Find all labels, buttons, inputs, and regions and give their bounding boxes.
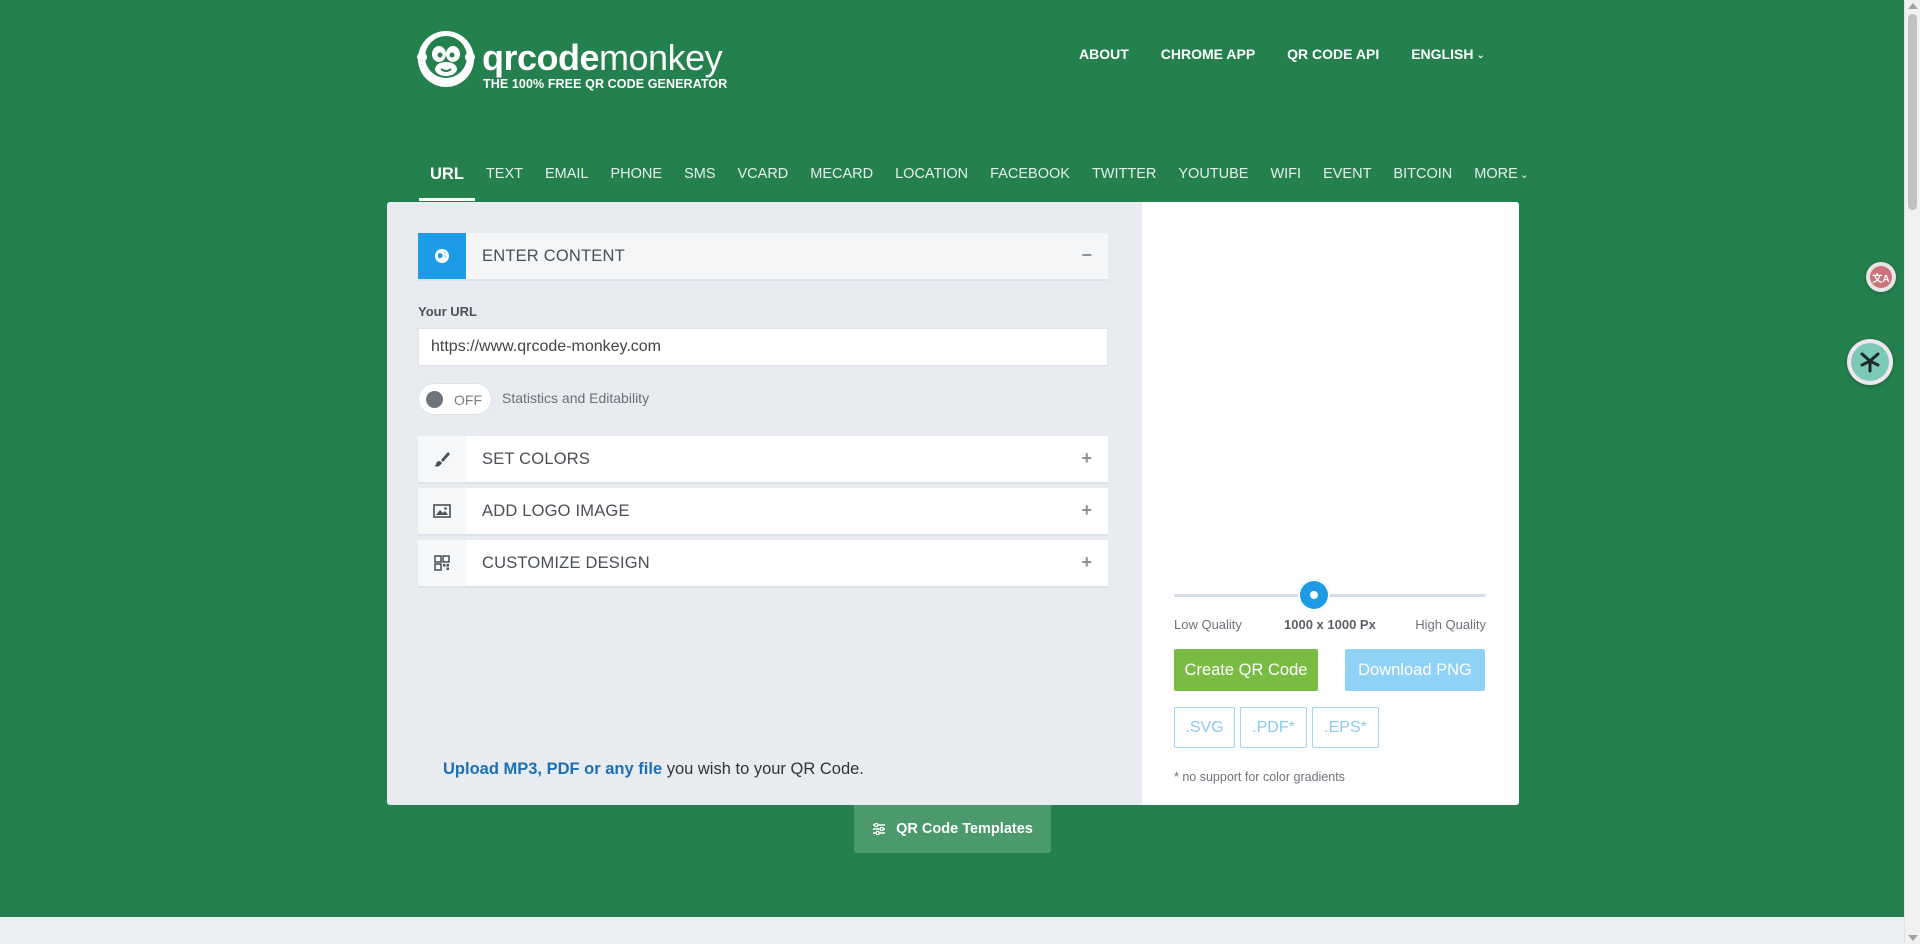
qr-output-panel: Low Quality 1000 x 1000 Px High Quality … bbox=[1142, 202, 1519, 805]
qr-code-icon bbox=[418, 540, 466, 586]
expand-plus-icon[interactable]: + bbox=[1081, 448, 1092, 469]
collapse-minus-icon[interactable]: − bbox=[1081, 245, 1092, 266]
enter-content-panel[interactable]: ENTER CONTENT − bbox=[418, 233, 1108, 281]
tab-more[interactable]: MORE ⌄ bbox=[1463, 163, 1540, 201]
tab-vcard[interactable]: VCARD bbox=[727, 163, 800, 201]
language-label: ENGLISH bbox=[1411, 46, 1474, 62]
high-quality-label: High Quality bbox=[1415, 617, 1486, 632]
tab-text[interactable]: TEXT bbox=[475, 163, 534, 201]
download-svg-button[interactable]: .SVG bbox=[1174, 707, 1235, 748]
url-input[interactable] bbox=[418, 328, 1108, 366]
tab-twitter[interactable]: TWITTER bbox=[1081, 163, 1167, 201]
tab-phone[interactable]: PHONE bbox=[600, 163, 674, 201]
qr-type-tabs: URL TEXT EMAIL PHONE SMS VCARD MECARD LO… bbox=[419, 163, 1540, 201]
monkey-logo-icon bbox=[417, 31, 475, 87]
customize-design-title: CUSTOMIZE DESIGN bbox=[482, 554, 650, 572]
qr-templates-label: QR Code Templates bbox=[896, 821, 1033, 837]
nav-chrome-app[interactable]: CHROME APP bbox=[1161, 45, 1255, 65]
create-qr-button[interactable]: Create QR Code bbox=[1174, 649, 1318, 691]
paint-brush-icon bbox=[418, 436, 466, 482]
logo-tagline: THE 100% FREE QR CODE GENERATOR bbox=[483, 77, 728, 91]
chevron-down-icon: ⌄ bbox=[1519, 169, 1529, 181]
translate-extension-button[interactable]: 文A bbox=[1866, 262, 1896, 292]
set-colors-title: SET COLORS bbox=[482, 450, 591, 468]
scroll-up-icon[interactable] bbox=[1908, 3, 1918, 9]
url-label: Your URL bbox=[418, 304, 477, 319]
language-selector[interactable]: ENGLISH ⌄ bbox=[1411, 45, 1485, 65]
gradient-note: * no support for color gradients bbox=[1174, 770, 1345, 784]
tab-bitcoin[interactable]: BITCOIN bbox=[1382, 163, 1463, 201]
site-logo[interactable]: qrcodemonkey THE 100% FREE QR CODE GENER… bbox=[417, 30, 727, 92]
customize-design-panel[interactable]: CUSTOMIZE DESIGN + bbox=[418, 540, 1108, 588]
tab-location[interactable]: LOCATION bbox=[884, 163, 979, 201]
logo-wordmark: qrcodemonkey bbox=[482, 37, 723, 78]
top-navigation: ABOUT CHROME APP QR CODE API ENGLISH ⌄ bbox=[1079, 45, 1485, 65]
low-quality-label: Low Quality bbox=[1174, 617, 1242, 632]
statistics-label: Statistics and Editability bbox=[502, 390, 650, 406]
tab-facebook[interactable]: FACEBOOK bbox=[979, 163, 1081, 201]
image-icon bbox=[418, 488, 466, 534]
set-colors-panel[interactable]: SET COLORS + bbox=[418, 436, 1108, 484]
upload-file-link[interactable]: Upload MP3, PDF or any file bbox=[443, 760, 662, 778]
translate-icon: 文A bbox=[1870, 266, 1892, 288]
scrollbar-thumb[interactable] bbox=[1908, 14, 1917, 210]
add-logo-title: ADD LOGO IMAGE bbox=[482, 502, 630, 520]
page-scrollbar[interactable] bbox=[1904, 0, 1920, 944]
download-eps-button[interactable]: .EPS* bbox=[1312, 707, 1379, 748]
statistics-toggle[interactable]: OFF bbox=[418, 383, 492, 415]
enter-content-title: ENTER CONTENT bbox=[482, 247, 625, 265]
toggle-state: OFF bbox=[454, 392, 482, 408]
tab-more-label: MORE bbox=[1474, 166, 1518, 182]
scroll-down-icon[interactable] bbox=[1908, 935, 1918, 941]
tab-mecard[interactable]: MECARD bbox=[799, 163, 884, 201]
nav-qr-code-api[interactable]: QR CODE API bbox=[1287, 45, 1379, 65]
download-png-button[interactable]: Download PNG bbox=[1345, 649, 1485, 691]
upload-note: Upload MP3, PDF or any file you wish to … bbox=[443, 760, 864, 779]
expand-plus-icon[interactable]: + bbox=[1081, 500, 1092, 521]
add-logo-panel[interactable]: ADD LOGO IMAGE + bbox=[418, 488, 1108, 536]
quality-slider-handle[interactable] bbox=[1298, 579, 1331, 611]
tab-email[interactable]: EMAIL bbox=[534, 163, 600, 201]
sliders-icon bbox=[873, 823, 886, 835]
tab-sms[interactable]: SMS bbox=[673, 163, 726, 201]
tab-url[interactable]: URL bbox=[419, 163, 475, 201]
expand-plus-icon[interactable]: + bbox=[1081, 552, 1092, 573]
chevron-down-icon: ⌄ bbox=[1476, 50, 1485, 61]
assistant-extension-button[interactable] bbox=[1847, 339, 1893, 385]
download-pdf-button[interactable]: .PDF* bbox=[1240, 707, 1307, 748]
tab-youtube[interactable]: YOUTUBE bbox=[1167, 163, 1259, 201]
tab-event[interactable]: EVENT bbox=[1312, 163, 1382, 201]
size-readout: 1000 x 1000 Px bbox=[1284, 617, 1376, 632]
upload-note-text: you wish to your QR Code. bbox=[662, 760, 864, 778]
generator-card: ENTER CONTENT − Your URL OFF Statistics … bbox=[387, 202, 1519, 805]
assistant-icon bbox=[1851, 343, 1889, 381]
toggle-knob bbox=[426, 391, 443, 408]
tab-wifi[interactable]: WIFI bbox=[1259, 163, 1312, 201]
nav-about[interactable]: ABOUT bbox=[1079, 45, 1129, 65]
qr-templates-button[interactable]: QR Code Templates bbox=[854, 805, 1051, 853]
globe-icon bbox=[418, 233, 466, 279]
